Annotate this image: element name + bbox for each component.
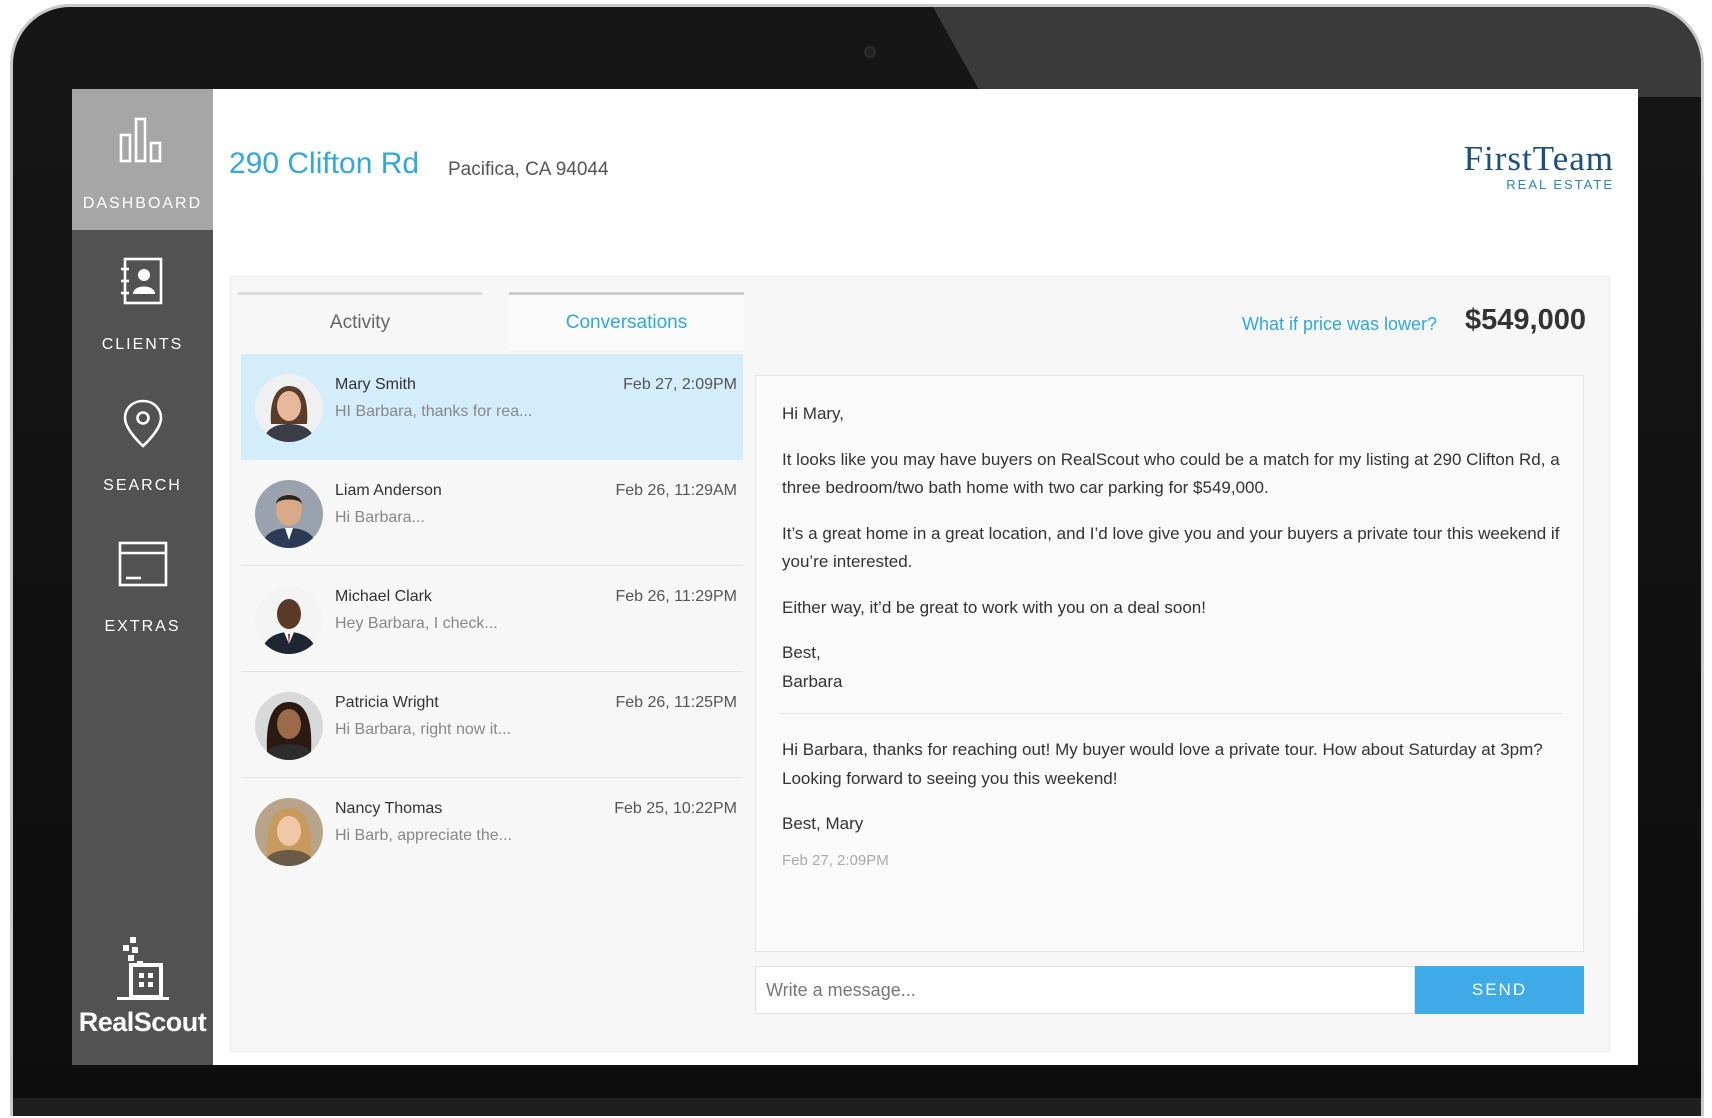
property-address: 290 Clifton Rd (229, 147, 420, 180)
firstteam-logo: FirstTeam REAL ESTATE (1464, 139, 1614, 192)
message-line: Hi Barbara, thanks for reaching out! My … (782, 740, 1543, 788)
sidebar-item-dashboard[interactable]: DASHBOARD (72, 89, 213, 230)
message-body: Hi Mary, It looks like you may have buye… (780, 400, 1562, 875)
message-divider (780, 713, 1562, 714)
map-pin-icon (123, 399, 162, 448)
message-date: Feb 26, 11:29AM (615, 482, 737, 499)
sidebar-item-label: CLIENTS (101, 336, 184, 353)
bezel-bottom (13, 1098, 1701, 1116)
message-date: Feb 25, 10:22PM (614, 800, 737, 817)
message-thread: Hi Mary, It looks like you may have buye… (755, 375, 1584, 952)
message-line: Either way, it’d be great to work with y… (782, 597, 1206, 617)
message-snippet: Hi Barb, appreciate the... (335, 827, 512, 844)
message-line: Best, Mary (782, 814, 864, 833)
message-input[interactable] (755, 966, 1415, 1014)
message-snippet: Hi Barbara, right now it... (335, 721, 512, 738)
sidebar-item-clients[interactable]: CLIENTS (72, 230, 213, 371)
avatar (255, 480, 323, 548)
message-timestamp: Feb 27, 2:09PM (782, 851, 889, 869)
property-city: Pacifica, CA 94044 (448, 159, 609, 180)
list-item[interactable]: Michael Clark Hey Barbara, I check... Fe… (241, 566, 743, 672)
bar-chart-icon (119, 117, 161, 163)
contact-name: Patricia Wright (335, 694, 439, 711)
camera-icon (864, 46, 876, 58)
price-lower-link[interactable]: What if price was lower? (1242, 314, 1437, 335)
contact-name: Michael Clark (335, 588, 432, 605)
message-line: Barbara (782, 671, 843, 691)
message-line: It’s a great home in a great location, a… (782, 523, 1560, 572)
message-line: Best, (782, 643, 821, 662)
contacts-book-icon (120, 257, 162, 305)
message-snippet: Hey Barbara, I check... (335, 615, 498, 632)
send-button[interactable]: SEND (1415, 966, 1584, 1014)
avatar (255, 798, 323, 866)
contact-name: Mary Smith (335, 376, 416, 393)
listing-price: $549,000 (1465, 304, 1586, 336)
sidebar-item-label: DASHBOARD (82, 195, 203, 212)
realscout-brand: RealScout (72, 937, 213, 1047)
tab-activity[interactable]: Activity (238, 292, 482, 350)
list-item[interactable]: Mary Smith HI Barbara, thanks for rea...… (241, 354, 743, 460)
sidebar: DASHBOARD CLIENTS SEARCH EXTRAS RealScou… (72, 89, 213, 1065)
list-item[interactable]: Nancy Thomas Hi Barb, appreciate the... … (241, 778, 743, 884)
logo-sub: REAL ESTATE (1506, 177, 1614, 192)
brand-name: RealScout (78, 1007, 207, 1037)
message-line: It looks like you may have buyers on Rea… (782, 449, 1560, 498)
tab-conversations[interactable]: Conversations (509, 292, 744, 350)
conversation-card: Activity Conversations Mary Smith HI Bar… (230, 276, 1610, 1052)
conversation-list: Mary Smith HI Barbara, thanks for rea...… (241, 354, 743, 884)
message-date: Feb 27, 2:09PM (623, 376, 737, 393)
message-snippet: HI Barbara, thanks for rea... (335, 403, 533, 420)
logo-main: FirstTeam (1463, 139, 1614, 178)
message-date: Feb 26, 11:25PM (615, 694, 737, 711)
contact-name: Liam Anderson (335, 482, 442, 499)
sidebar-item-label: EXTRAS (104, 618, 181, 635)
bezel-reflection (933, 7, 1701, 97)
message-line: Hi Mary, (782, 404, 845, 423)
sidebar-item-extras[interactable]: EXTRAS (72, 512, 213, 653)
sidebar-item-label: SEARCH (103, 477, 182, 494)
app-screen: DASHBOARD CLIENTS SEARCH EXTRAS RealScou… (72, 89, 1638, 1065)
sidebar-item-search[interactable]: SEARCH (72, 371, 213, 512)
message-date: Feb 26, 11:29PM (615, 588, 737, 605)
avatar (255, 374, 323, 442)
list-item[interactable]: Liam Anderson Hi Barbara... Feb 26, 11:2… (241, 460, 743, 566)
realscout-logo-icon (116, 937, 169, 1000)
contact-name: Nancy Thomas (335, 800, 443, 817)
list-item[interactable]: Patricia Wright Hi Barbara, right now it… (241, 672, 743, 778)
avatar (255, 586, 323, 654)
window-icon (118, 541, 167, 587)
avatar (255, 692, 323, 760)
message-snippet: Hi Barbara... (335, 509, 425, 526)
